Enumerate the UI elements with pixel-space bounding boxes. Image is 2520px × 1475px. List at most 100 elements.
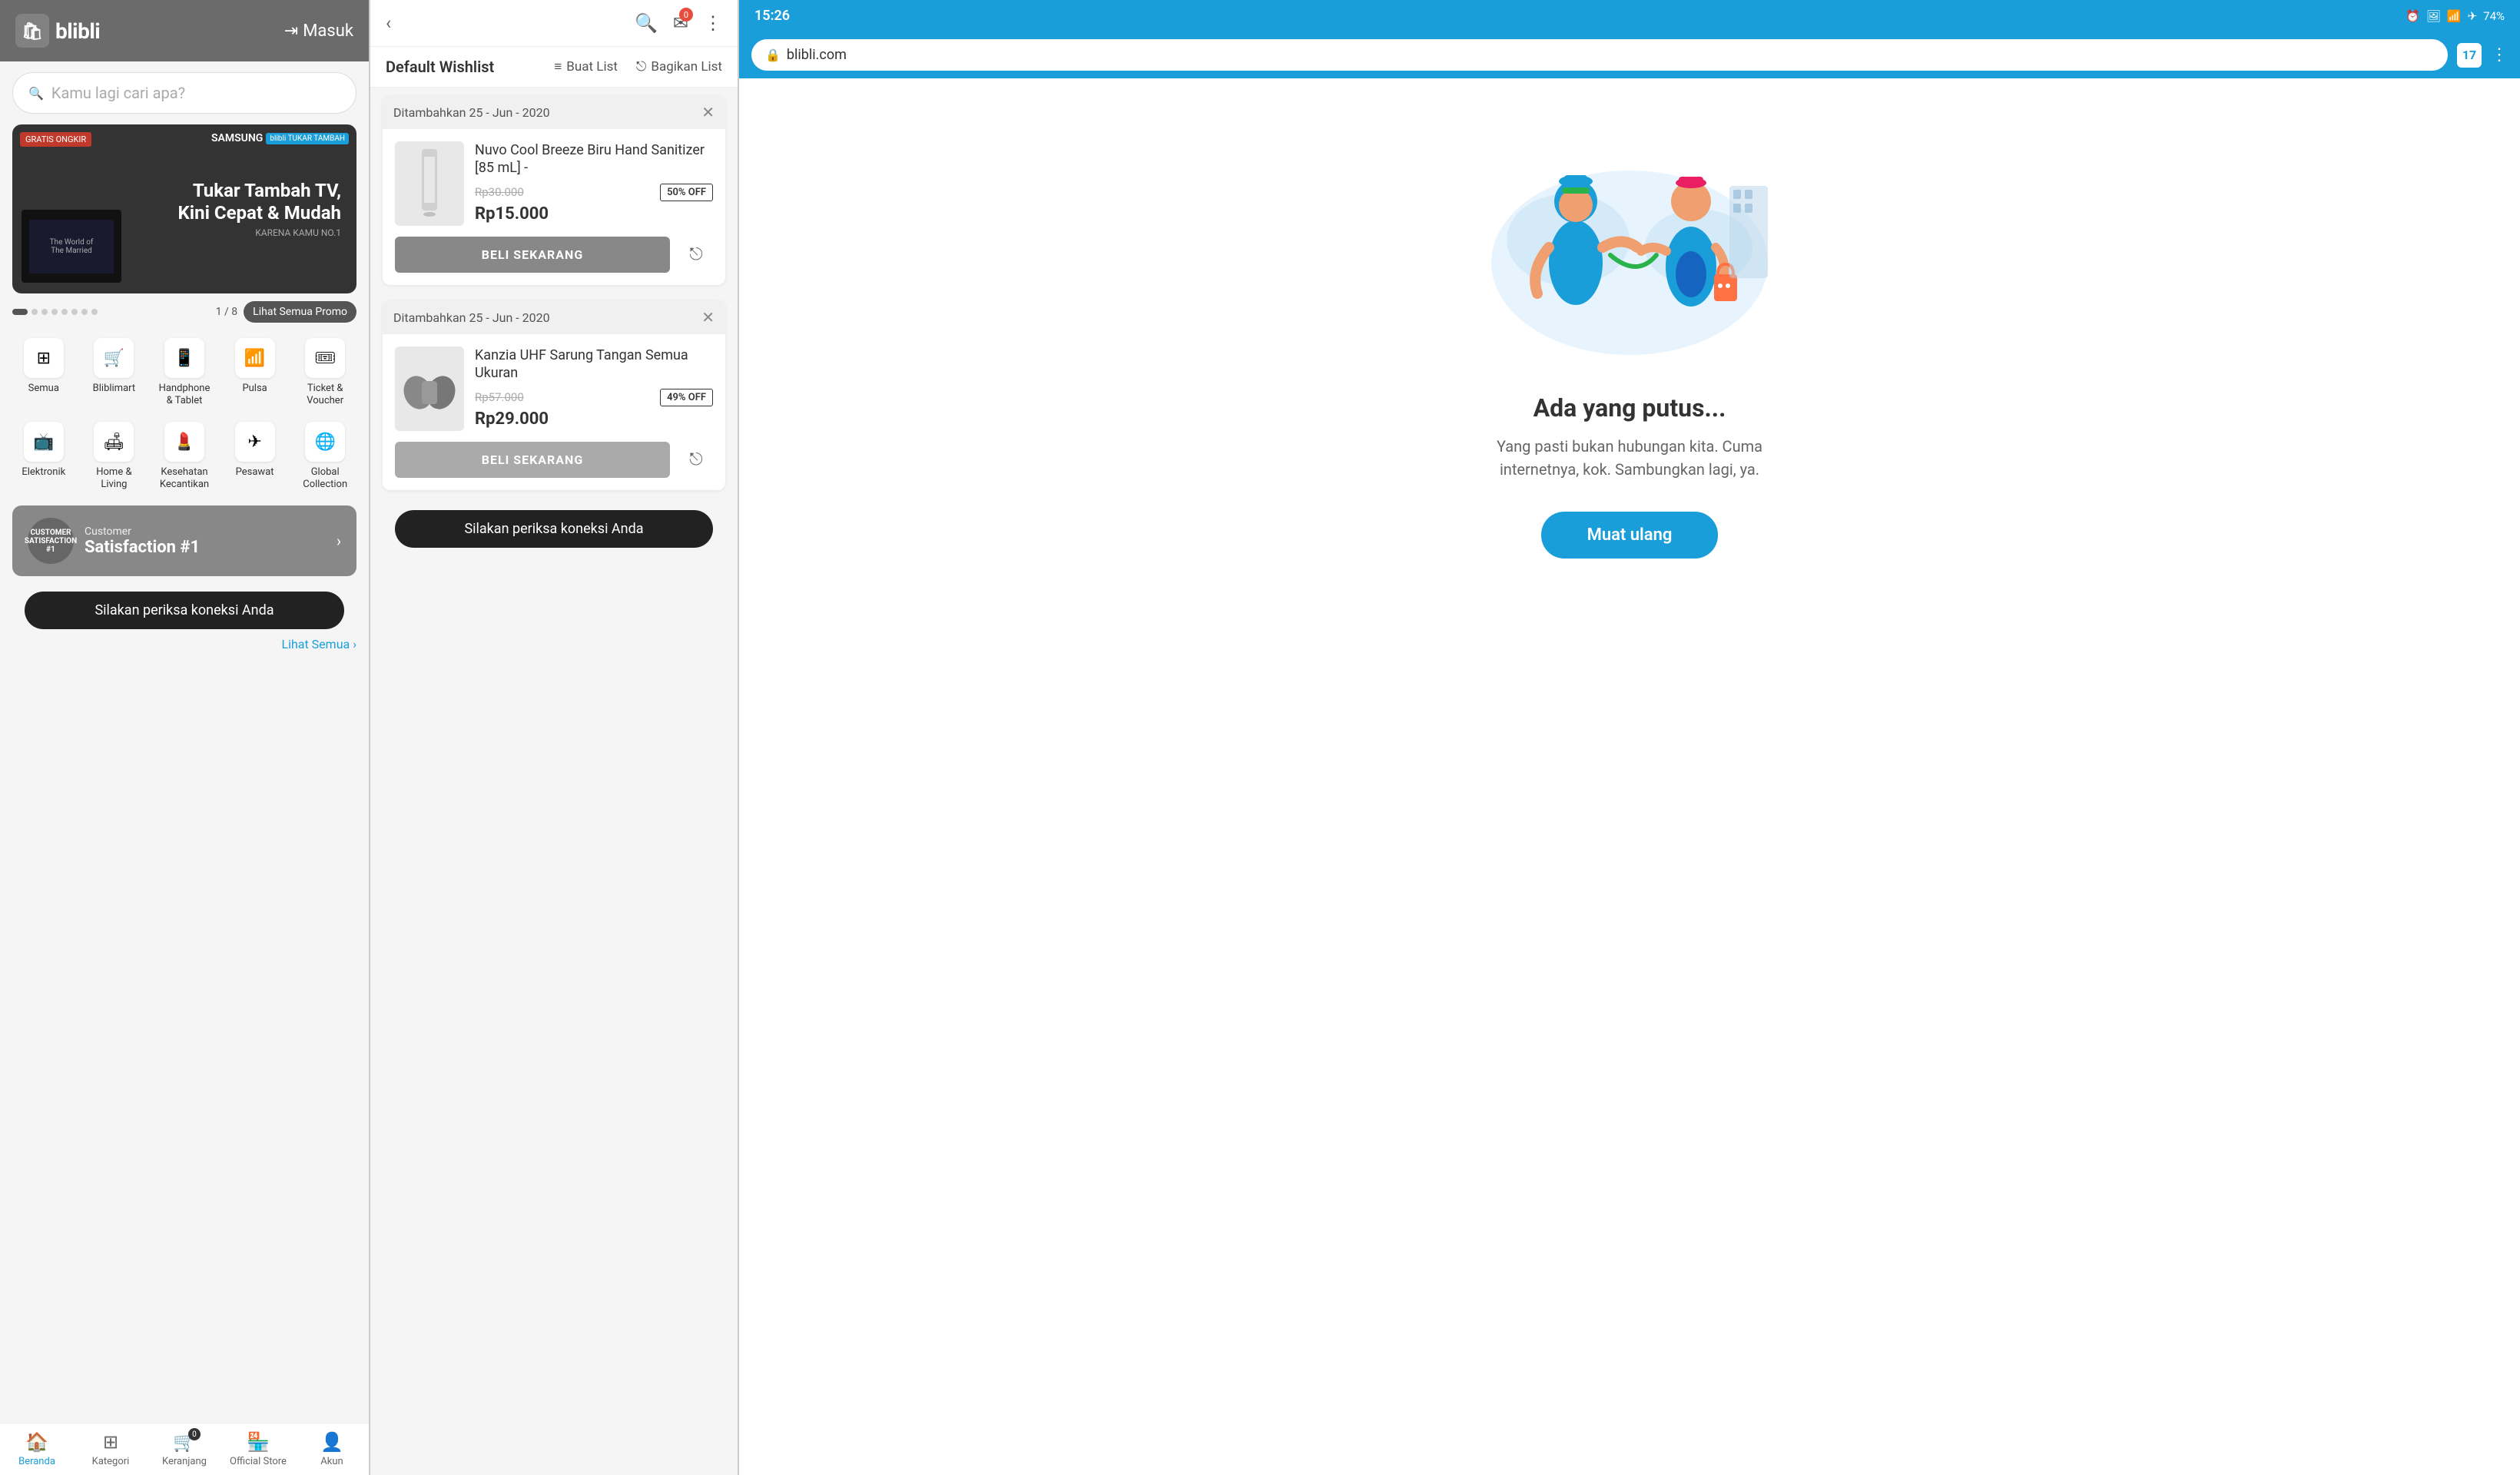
category-handphone[interactable]: 📱 Handphone& Tablet <box>153 338 216 406</box>
samsung-label: SAMSUNG <box>211 132 263 144</box>
nav-kategori[interactable]: ⊞ Kategori <box>74 1431 148 1467</box>
signal-icon: 📶 <box>2447 9 2462 23</box>
banner-title: Tukar Tambah TV,Kini Cepat & Mudah <box>178 180 341 224</box>
category-kesehatan[interactable]: 💄 KesehatanKecantikan <box>153 422 216 490</box>
more-btn[interactable]: ⋮ <box>704 12 722 34</box>
semua-label: Semua <box>28 383 59 395</box>
p3-address-bar: 🔒 blibli.com 17 ⋮ <box>739 31 2520 78</box>
nav-beranda[interactable]: 🏠 Beranda <box>0 1431 74 1467</box>
satisfaction-text: Customer Satisfaction #1 <box>85 525 326 557</box>
tab-count-btn[interactable]: 17 <box>2457 43 2482 68</box>
handphone-label: Handphone& Tablet <box>159 383 211 406</box>
ticket-icon: 🎟 <box>305 338 345 378</box>
keranjang-badge: 🛒 0 <box>173 1431 196 1453</box>
card2-close-btn[interactable]: ✕ <box>701 308 715 326</box>
p1-lihat-semua[interactable]: Lihat Semua › <box>281 637 356 651</box>
akun-icon: 👤 <box>320 1431 343 1453</box>
category-global[interactable]: 🌐 GlobalCollection <box>293 422 356 490</box>
panel-browser: 15:26 ⏰ 🖼 📶 ✈ 74% 🔒 blibli.com 17 ⋮ <box>738 0 2520 1475</box>
satisfaction-arrow: › <box>337 532 341 550</box>
alarm-icon: ⏰ <box>2406 9 2420 23</box>
nav-akun[interactable]: 👤 Akun <box>295 1431 369 1467</box>
nav-keranjang[interactable]: 🛒 0 Keranjang <box>148 1431 221 1467</box>
dot-8 <box>91 309 98 315</box>
p2-connection-toast: Silakan periksa koneksi Anda <box>395 510 713 548</box>
notification-btn[interactable]: ✉ 0 <box>673 12 688 34</box>
card1-close-btn[interactable]: ✕ <box>701 103 715 121</box>
card1-share-btn[interactable]: ⎋ <box>679 238 713 272</box>
category-bliblimart[interactable]: 🛒 Bliblimart <box>83 338 146 406</box>
p1-categories-row2: 📺 Elektronik 🛋 Home &Living 💄 KesehatanK… <box>0 414 369 498</box>
handphone-icon: 📱 <box>164 338 204 378</box>
category-semua[interactable]: ⊞ Semua <box>12 338 75 406</box>
back-button[interactable]: ‹ <box>386 12 391 34</box>
card1-footer: BELI SEKARANG ⎋ <box>395 237 713 273</box>
category-homeliving[interactable]: 🛋 Home &Living <box>83 422 146 490</box>
gratis-ongkir-badge: GRATIS ONGKIR <box>20 132 91 147</box>
keranjang-label: Keranjang <box>162 1456 207 1467</box>
card2-buy-btn[interactable]: BELI SEKARANG <box>395 442 670 478</box>
buat-list-btn[interactable]: ≡ Buat List <box>554 59 618 75</box>
card1-date: Ditambahkan 25 - Jun - 2020 <box>393 105 550 120</box>
p2-header-icons: 🔍 ✉ 0 ⋮ <box>635 12 722 34</box>
list-icon: ≡ <box>554 59 562 75</box>
p1-satisfaction-banner[interactable]: CUSTOMERSATISFACTION#1 Customer Satisfac… <box>12 505 356 576</box>
p1-login-btn[interactable]: ⇥ Masuk <box>284 22 353 41</box>
homeliving-label: Home &Living <box>96 466 131 490</box>
nav-official-store[interactable]: 🏪 Official Store <box>221 1431 295 1467</box>
panel-blibli-app: 🛍 blibli ⇥ Masuk 🔍 Kamu lagi cari apa? G… <box>0 0 369 1475</box>
card2-share-btn[interactable]: ⎋ <box>679 443 713 477</box>
blibli-logo: 🛍 blibli <box>15 14 100 48</box>
card1-buy-btn[interactable]: BELI SEKARANG <box>395 237 670 273</box>
cart-count: 0 <box>188 1428 201 1440</box>
promo-btn[interactable]: Lihat Semua Promo <box>244 301 356 323</box>
official-store-icon: 🏪 <box>247 1431 270 1453</box>
homeliving-icon: 🛋 <box>94 422 134 462</box>
wishlist-title: Default Wishlist <box>386 58 536 76</box>
kesehatan-label: KesehatanKecantikan <box>160 466 209 490</box>
blibli-logo-text: blibli <box>55 18 100 44</box>
card1-old-price: Rp30.000 <box>475 185 524 199</box>
tv-screen: The World ofThe Married <box>29 220 114 273</box>
login-icon: ⇥ <box>284 22 298 41</box>
error-description: Yang pasti bukan hubungan kita. Cuma int… <box>1476 435 1783 481</box>
counter-promo: 1 / 8 Lihat Semua Promo <box>216 301 356 323</box>
category-pesawat[interactable]: ✈ Pesawat <box>224 422 287 490</box>
category-pulsa[interactable]: 📶 Pulsa <box>224 338 287 406</box>
reload-button[interactable]: Muat ulang <box>1541 512 1719 559</box>
category-ticket[interactable]: 🎟 Ticket &Voucher <box>293 338 356 406</box>
battery-text: 74% <box>2483 9 2505 23</box>
tukar-badge: blibli TUKAR TAMBAH <box>266 133 349 144</box>
card2-date: Ditambahkan 25 - Jun - 2020 <box>393 310 550 325</box>
p1-banner[interactable]: GRATIS ONGKIR SAMSUNG blibli TUKAR TAMBA… <box>12 124 356 293</box>
search-icon: 🔍 <box>28 86 44 101</box>
search-placeholder: Kamu lagi cari apa? <box>51 84 185 102</box>
buat-list-label: Buat List <box>566 59 618 75</box>
global-icon: 🌐 <box>305 422 345 462</box>
p1-search-bar[interactable]: 🔍 Kamu lagi cari apa? <box>12 72 356 114</box>
card2-new-price: Rp29.000 <box>475 409 713 429</box>
bagikan-list-btn[interactable]: ⎋ Bagikan List <box>636 59 722 75</box>
url-box[interactable]: 🔒 blibli.com <box>751 39 2448 71</box>
card2-old-price: Rp57.000 <box>475 390 524 404</box>
status-icons: ⏰ 🖼 📶 ✈ 74% <box>2406 9 2505 23</box>
wishlist-card-1: Ditambahkan 25 - Jun - 2020 ✕ Nuvo Cool … <box>383 95 725 285</box>
pesawat-icon: ✈ <box>235 422 275 462</box>
dot-3 <box>41 309 48 315</box>
search-btn[interactable]: 🔍 <box>635 12 658 34</box>
category-elektronik[interactable]: 📺 Elektronik <box>12 422 75 490</box>
elektronik-icon: 📺 <box>24 422 64 462</box>
bagikan-list-label: Bagikan List <box>651 59 722 75</box>
browser-menu-btn[interactable]: ⋮ <box>2491 45 2508 65</box>
samsung-badge: SAMSUNG blibli TUKAR TAMBAH <box>211 132 349 144</box>
beranda-label: Beranda <box>18 1456 55 1467</box>
error-illustration <box>1476 124 1783 370</box>
wishlist-card-2: Ditambahkan 25 - Jun - 2020 ✕ Kanzia UHF… <box>383 300 725 490</box>
image-icon: 🖼 <box>2426 9 2441 23</box>
banner-dots <box>12 309 98 315</box>
notification-count: 0 <box>679 8 693 22</box>
elektronik-label: Elektronik <box>22 466 65 479</box>
error-title: Ada yang putus... <box>1534 393 1726 423</box>
dot-7 <box>81 309 88 315</box>
card2-product-image <box>395 346 464 431</box>
